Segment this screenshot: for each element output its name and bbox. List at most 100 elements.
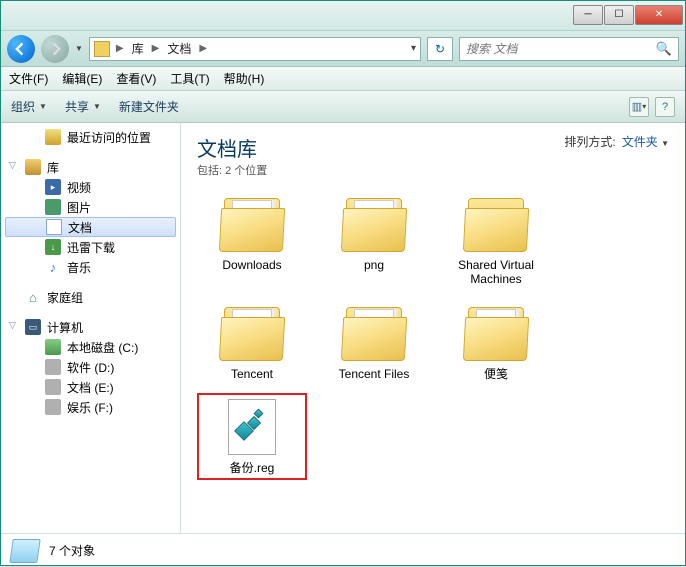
chevron-right-icon[interactable]: ▶	[152, 43, 160, 54]
documents-icon	[46, 219, 62, 235]
computer-icon: ▭	[25, 319, 41, 335]
item-label: 备份.reg	[230, 461, 275, 475]
status-text: 7 个对象	[49, 542, 95, 559]
sidebar-item-label: 最近访问的位置	[67, 129, 151, 146]
content-pane: 文档库 包括: 2 个位置 排列方式: 文件夹 ▼ DownloadspngSh…	[181, 123, 685, 533]
share-button[interactable]: 共享 ▼	[65, 98, 101, 115]
folder-item[interactable]: Shared Virtual Machines	[441, 190, 551, 291]
sidebar-item-label: 文档 (E:)	[67, 379, 114, 396]
folder-icon	[460, 303, 532, 363]
folder-item[interactable]: Tencent Files	[319, 299, 429, 385]
sort-dropdown[interactable]: 文件夹 ▼	[622, 133, 669, 150]
reg-file-icon	[216, 397, 288, 457]
address-dropdown-icon[interactable]: ▾	[411, 43, 416, 54]
menu-file[interactable]: 文件(F)	[9, 70, 48, 87]
window-controls: ─ ☐ ✕	[572, 5, 683, 27]
chevron-down-icon: ▼	[39, 102, 47, 111]
chevron-down-icon: ▼	[93, 102, 101, 111]
menu-help[interactable]: 帮助(H)	[224, 70, 265, 87]
organize-button[interactable]: 组织 ▼	[11, 98, 47, 115]
item-label: Tencent Files	[339, 367, 410, 381]
drive-icon	[45, 379, 61, 395]
arrow-left-icon	[14, 42, 28, 56]
search-box[interactable]: 🔍	[459, 37, 679, 61]
arrange-by: 排列方式: 文件夹 ▼	[564, 133, 669, 150]
close-button[interactable]: ✕	[635, 5, 683, 25]
sidebar-item-label: 音乐	[67, 259, 91, 276]
sidebar-item-pictures[interactable]: 图片	[1, 197, 180, 217]
sidebar-item-videos[interactable]: ▸ 视频	[1, 177, 180, 197]
new-folder-button[interactable]: 新建文件夹	[119, 98, 179, 115]
item-label: 便笺	[484, 367, 508, 381]
menu-tools[interactable]: 工具(T)	[170, 70, 209, 87]
menu-bar: 文件(F) 编辑(E) 查看(V) 工具(T) 帮助(H)	[1, 67, 685, 91]
sidebar-item-drive-d[interactable]: 软件 (D:)	[1, 357, 180, 377]
sidebar-item-documents[interactable]: 文档	[5, 217, 176, 237]
homegroup-icon: ⌂	[25, 289, 41, 305]
minimize-button[interactable]: ─	[573, 5, 603, 25]
navigation-pane: 最近访问的位置 ▽ 库 ▸ 视频 图片 文档	[1, 123, 181, 533]
back-button[interactable]	[7, 35, 35, 63]
status-icon	[9, 539, 40, 563]
recent-icon	[45, 129, 61, 145]
breadcrumb[interactable]: 库	[130, 40, 146, 57]
sidebar-item-drive-f[interactable]: 娱乐 (F:)	[1, 397, 180, 417]
sidebar-item-libraries[interactable]: 库	[1, 157, 180, 177]
item-label: Downloads	[222, 258, 281, 272]
sort-label: 排列方式:	[564, 133, 615, 150]
item-label: Tencent	[231, 367, 273, 381]
chevron-right-icon[interactable]: ▶	[116, 43, 124, 54]
menu-view[interactable]: 查看(V)	[116, 70, 156, 87]
sidebar-item-homegroup[interactable]: ⌂ 家庭组	[1, 287, 180, 307]
sidebar-item-label: 家庭组	[47, 289, 83, 306]
sidebar-item-drive-c[interactable]: 本地磁盘 (C:)	[1, 337, 180, 357]
video-icon: ▸	[45, 179, 61, 195]
search-icon: 🔍	[656, 41, 672, 57]
library-subtitle[interactable]: 包括: 2 个位置	[197, 162, 267, 178]
folder-icon	[338, 303, 410, 363]
file-item[interactable]: 备份.reg	[197, 393, 307, 479]
sidebar-item-drive-e[interactable]: 文档 (E:)	[1, 377, 180, 397]
breadcrumb[interactable]: 文档	[165, 40, 193, 57]
drive-icon	[45, 399, 61, 415]
titlebar: ─ ☐ ✕	[1, 1, 685, 31]
menu-edit[interactable]: 编辑(E)	[62, 70, 102, 87]
item-label: png	[364, 258, 384, 272]
pictures-icon	[45, 199, 61, 215]
refresh-button[interactable]: ↻	[427, 37, 453, 61]
folder-item[interactable]: Downloads	[197, 190, 307, 291]
search-input[interactable]	[466, 42, 656, 56]
folder-icon	[460, 194, 532, 254]
help-icon-button[interactable]: ?	[655, 97, 675, 117]
view-options-button[interactable]: ▥▾	[629, 97, 649, 117]
toolbar: 组织 ▼ 共享 ▼ 新建文件夹 ▥▾ ?	[1, 91, 685, 123]
history-dropdown-icon[interactable]: ▼	[75, 44, 83, 53]
music-icon: ♪	[45, 259, 61, 275]
share-label: 共享	[65, 98, 89, 115]
folder-icon	[216, 303, 288, 363]
library-icon	[25, 159, 41, 175]
sidebar-item-music[interactable]: ♪ 音乐	[1, 257, 180, 277]
sidebar-item-computer[interactable]: ▭ 计算机	[1, 317, 180, 337]
sidebar-item-label: 库	[47, 159, 59, 176]
collapse-icon[interactable]: ▽	[9, 320, 16, 331]
item-label: Shared Virtual Machines	[446, 258, 546, 287]
sidebar-item-xunlei[interactable]: ↓ 迅雷下载	[1, 237, 180, 257]
drive-icon	[45, 359, 61, 375]
sidebar-item-label: 软件 (D:)	[67, 359, 114, 376]
drive-icon	[45, 339, 61, 355]
sidebar-item-label: 视频	[67, 179, 91, 196]
download-icon: ↓	[45, 239, 61, 255]
folder-item[interactable]: 便笺	[441, 299, 551, 385]
collapse-icon[interactable]: ▽	[9, 160, 16, 171]
address-bar[interactable]: ▶ 库 ▶ 文档 ▶ ▾	[89, 37, 421, 61]
explorer-window: ─ ☐ ✕ ▼ ▶ 库 ▶ 文档 ▶ ▾ ↻ 🔍 文件(F) 编辑(E) 查	[0, 0, 686, 566]
forward-button[interactable]	[41, 35, 69, 63]
folder-item[interactable]: Tencent	[197, 299, 307, 385]
sidebar-item-recent[interactable]: 最近访问的位置	[1, 127, 180, 147]
chevron-right-icon[interactable]: ▶	[199, 43, 207, 54]
maximize-button[interactable]: ☐	[604, 5, 634, 25]
folder-item[interactable]: png	[319, 190, 429, 291]
sidebar-item-label: 文档	[68, 219, 92, 236]
sidebar-item-label: 图片	[67, 199, 91, 216]
